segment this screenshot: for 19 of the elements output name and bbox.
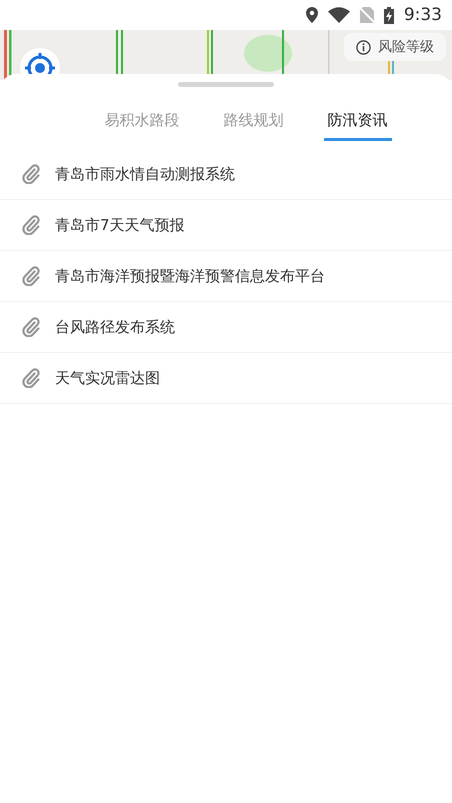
link-item[interactable]: 青岛市7天天气预报 [55,216,185,234]
paperclip-icon [22,215,40,235]
link-item[interactable]: 青岛市海洋预报暨海洋预警信息发布平台 [55,266,325,286]
link-item[interactable]: 青岛市雨水情自动测报系统 [55,164,235,184]
link-item[interactable]: 台风路径发布系统 [55,318,175,336]
paperclip-icon [22,164,40,184]
wifi-icon [328,7,350,23]
risk-level-button[interactable]: 风险等级 [344,33,446,61]
paperclip-icon [22,368,40,388]
paperclip-icon [22,317,40,337]
drag-handle[interactable] [178,82,274,87]
tab[interactable]: 防汛资讯 [324,105,392,141]
clock-time: 9:33 [404,5,442,25]
info-icon [356,40,371,54]
location-icon [306,7,318,23]
battery-charging-icon [384,6,394,24]
no-sim-icon [360,7,374,23]
link-item[interactable]: 天气实况雷达图 [55,368,160,388]
paperclip-icon [22,266,40,286]
